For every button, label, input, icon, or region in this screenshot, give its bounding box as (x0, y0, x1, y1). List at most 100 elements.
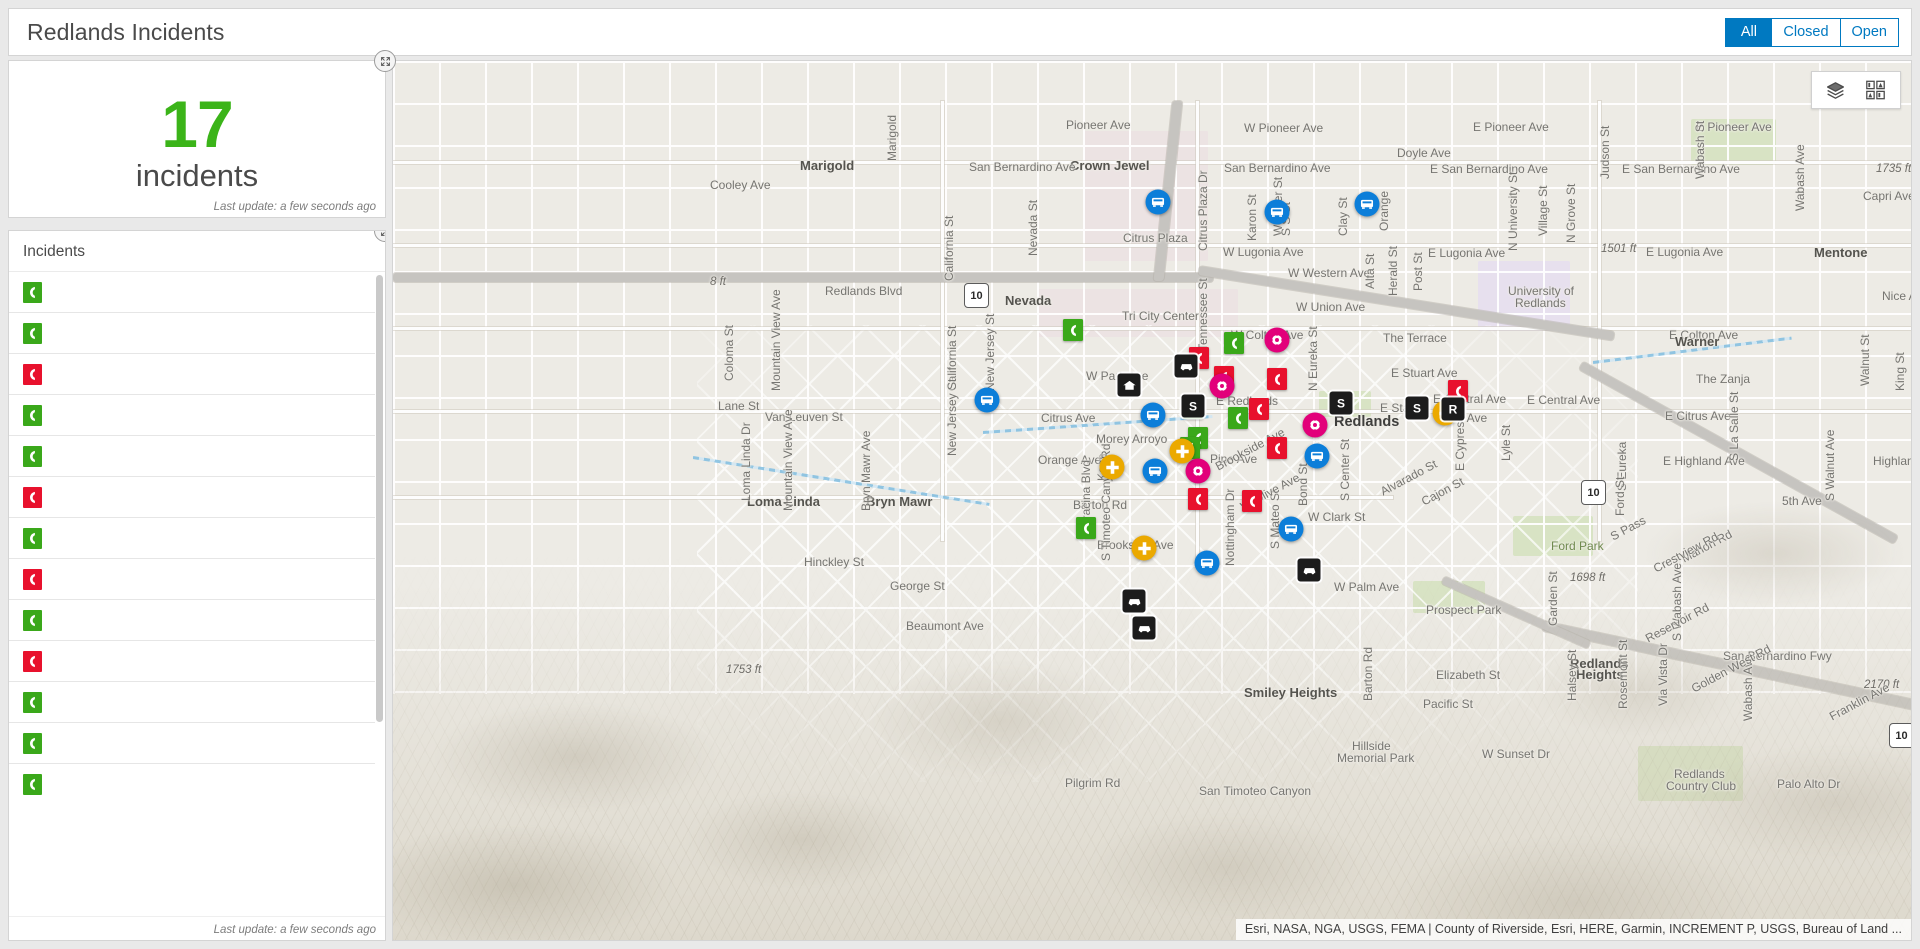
vehicle-glyph (1146, 409, 1161, 422)
list-item[interactable] (9, 600, 375, 641)
incident-phone-glyph (27, 614, 38, 627)
map-marker-poi[interactable] (1118, 374, 1141, 397)
map-marker-medical-unit[interactable] (1132, 536, 1157, 561)
expand-indicator-button[interactable] (374, 50, 396, 72)
medical-cross-glyph (1104, 459, 1120, 475)
incident-status-icon (23, 487, 42, 508)
expand-icon (379, 55, 392, 68)
poi-car-glyph (1137, 623, 1151, 634)
vehicle-marker-body (1195, 551, 1220, 576)
map-marker-poi[interactable]: S (1182, 395, 1205, 418)
incident-phone-glyph (1233, 412, 1244, 425)
map-marker-incident[interactable] (1249, 398, 1269, 420)
map-marker-vehicle[interactable] (1143, 459, 1168, 484)
incident-list-scroll-area[interactable] (9, 271, 385, 916)
vehicle-marker-body (975, 388, 1000, 413)
incident-phone-glyph (1254, 403, 1265, 416)
filter-all-button[interactable]: All (1725, 18, 1772, 47)
map-marker-incident[interactable] (1267, 437, 1287, 459)
poi-marker-body: S (1330, 392, 1353, 415)
map-marker-vehicle[interactable] (1355, 192, 1380, 217)
map-marker-medical-unit[interactable] (1170, 439, 1195, 464)
map-marker-poi[interactable]: S (1406, 397, 1429, 420)
list-item[interactable] (9, 272, 375, 313)
map-marker-incident[interactable] (1224, 332, 1244, 354)
map-marker-vehicle[interactable] (1305, 444, 1330, 469)
medical-cross-glyph (1136, 540, 1152, 556)
map-canvas[interactable]: Pioneer AveW Pioneer AveE Pioneer AveE P… (393, 61, 1911, 940)
list-item[interactable] (9, 559, 375, 600)
map-marker-poi[interactable] (1123, 590, 1146, 613)
layers-icon[interactable] (1825, 80, 1846, 101)
map-marker-medical-unit[interactable] (1100, 455, 1125, 480)
map-marker-vehicle[interactable] (1265, 200, 1290, 225)
incident-phone-glyph (1272, 442, 1283, 455)
list-item[interactable] (9, 436, 375, 477)
map-marker-incident[interactable] (1228, 407, 1248, 429)
map-marker-incident[interactable] (1076, 517, 1096, 539)
map-major-road (941, 101, 944, 541)
map-marker-poi[interactable]: S (1330, 392, 1353, 415)
list-item[interactable] (9, 764, 375, 805)
incident-phone-glyph (27, 327, 38, 340)
list-item[interactable] (9, 313, 375, 354)
list-item[interactable] (9, 395, 375, 436)
incident-marker-body (1242, 490, 1262, 512)
incident-phone-glyph (27, 450, 38, 463)
incident-phone-glyph (1272, 373, 1283, 386)
incident-phone-glyph (1453, 385, 1464, 398)
list-item[interactable] (9, 682, 375, 723)
map-marker-poi[interactable] (1175, 355, 1198, 378)
highway-shield-icon: 10 (1889, 723, 1912, 748)
filter-closed-button[interactable]: Closed (1772, 18, 1840, 47)
list-item[interactable] (9, 477, 375, 518)
map-marker-poi[interactable]: R (1442, 398, 1465, 421)
basemap-gallery-icon[interactable] (1864, 79, 1887, 101)
map-marker-fire-unit[interactable] (1265, 328, 1290, 353)
incident-dashboard: Redlands Incidents All Closed Open 17 (0, 0, 1920, 949)
list-item[interactable] (9, 723, 375, 764)
filter-open-button[interactable]: Open (1841, 18, 1899, 47)
status-filter-group: All Closed Open (1725, 18, 1899, 47)
incident-status-icon (23, 528, 42, 549)
page-title: Redlands Incidents (27, 19, 224, 46)
list-item[interactable] (9, 354, 375, 395)
incident-list-scrollbar[interactable] (376, 275, 383, 913)
incident-phone-glyph (1247, 495, 1258, 508)
fire-incident-glyph (1190, 463, 1207, 480)
incident-marker-body (1224, 332, 1244, 354)
map-marker-incident[interactable] (1242, 490, 1262, 512)
map-marker-vehicle[interactable] (1141, 403, 1166, 428)
fire-incident-glyph (1214, 378, 1231, 395)
incident-status-icon (23, 651, 42, 672)
map-marker-vehicle[interactable] (975, 388, 1000, 413)
incident-count-label: incidents (136, 159, 258, 193)
map-marker-incident[interactable] (1063, 319, 1083, 341)
map-marker-incident[interactable] (1267, 368, 1287, 390)
map-marker-fire-unit[interactable] (1303, 413, 1328, 438)
fire-marker-body (1210, 374, 1235, 399)
poi-car-glyph (1302, 565, 1316, 576)
map-marker-poi[interactable] (1298, 559, 1321, 582)
vehicle-marker-body (1279, 517, 1304, 542)
map-marker-vehicle[interactable] (1146, 190, 1171, 215)
incident-marker-body (1188, 488, 1208, 510)
fire-incident-glyph (1269, 332, 1286, 349)
map-marker-vehicle[interactable] (1279, 517, 1304, 542)
map-marker-fire-unit[interactable] (1210, 374, 1235, 399)
incident-status-icon (23, 692, 42, 713)
map-marker-incident[interactable] (1188, 488, 1208, 510)
map-marker-vehicle[interactable] (1195, 551, 1220, 576)
scrollbar-thumb[interactable] (376, 275, 383, 722)
map-marker-poi[interactable] (1133, 617, 1156, 640)
list-item[interactable] (9, 518, 375, 559)
vehicle-marker-body (1355, 192, 1380, 217)
map-view[interactable]: Pioneer AveW Pioneer AveE Pioneer AveE P… (392, 60, 1912, 941)
incident-list-card: Incidents Last update: a few seconds ago (8, 230, 386, 941)
map-major-road (393, 244, 1912, 247)
list-item[interactable] (9, 641, 375, 682)
map-hillshade-northeast (1456, 395, 1911, 791)
incident-phone-glyph (1068, 324, 1079, 337)
layers-glyph (1825, 80, 1846, 101)
highway-shield-icon: 10 (964, 283, 989, 308)
